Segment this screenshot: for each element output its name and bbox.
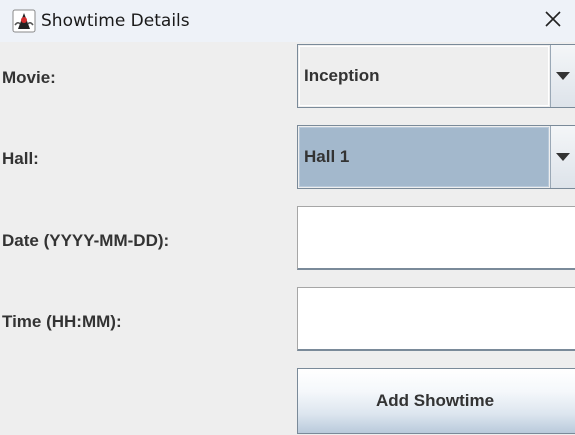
hall-dropdown-button[interactable] (550, 126, 575, 188)
showtime-details-dialog: Showtime Details Movie: Inception Hall: … (0, 0, 575, 435)
movie-selected-value[interactable]: Inception (299, 46, 549, 106)
close-icon (544, 10, 562, 32)
window-title: Showtime Details (41, 11, 190, 31)
form-panel: Movie: Inception Hall: Hall 1 Date (YYYY… (0, 42, 575, 435)
close-button[interactable] (531, 0, 575, 42)
movie-label: Movie: (2, 68, 56, 87)
hall-selected-value[interactable]: Hall 1 (299, 127, 549, 187)
chevron-down-icon (556, 153, 570, 161)
chevron-down-icon (556, 72, 570, 80)
hall-combobox[interactable]: Hall 1 (297, 125, 575, 189)
hall-label: Hall: (2, 149, 39, 168)
add-showtime-button[interactable]: Add Showtime (297, 368, 575, 434)
date-field[interactable] (297, 206, 575, 270)
add-showtime-label: Add Showtime (375, 391, 495, 410)
java-duke-icon (12, 9, 36, 33)
title-bar[interactable]: Showtime Details (0, 0, 575, 42)
date-label: Date (YYYY-MM-DD): (2, 231, 170, 250)
movie-combobox[interactable]: Inception (297, 44, 575, 108)
movie-dropdown-button[interactable] (550, 45, 575, 107)
time-field[interactable] (297, 287, 575, 351)
time-label: Time (HH:MM): (2, 312, 122, 331)
